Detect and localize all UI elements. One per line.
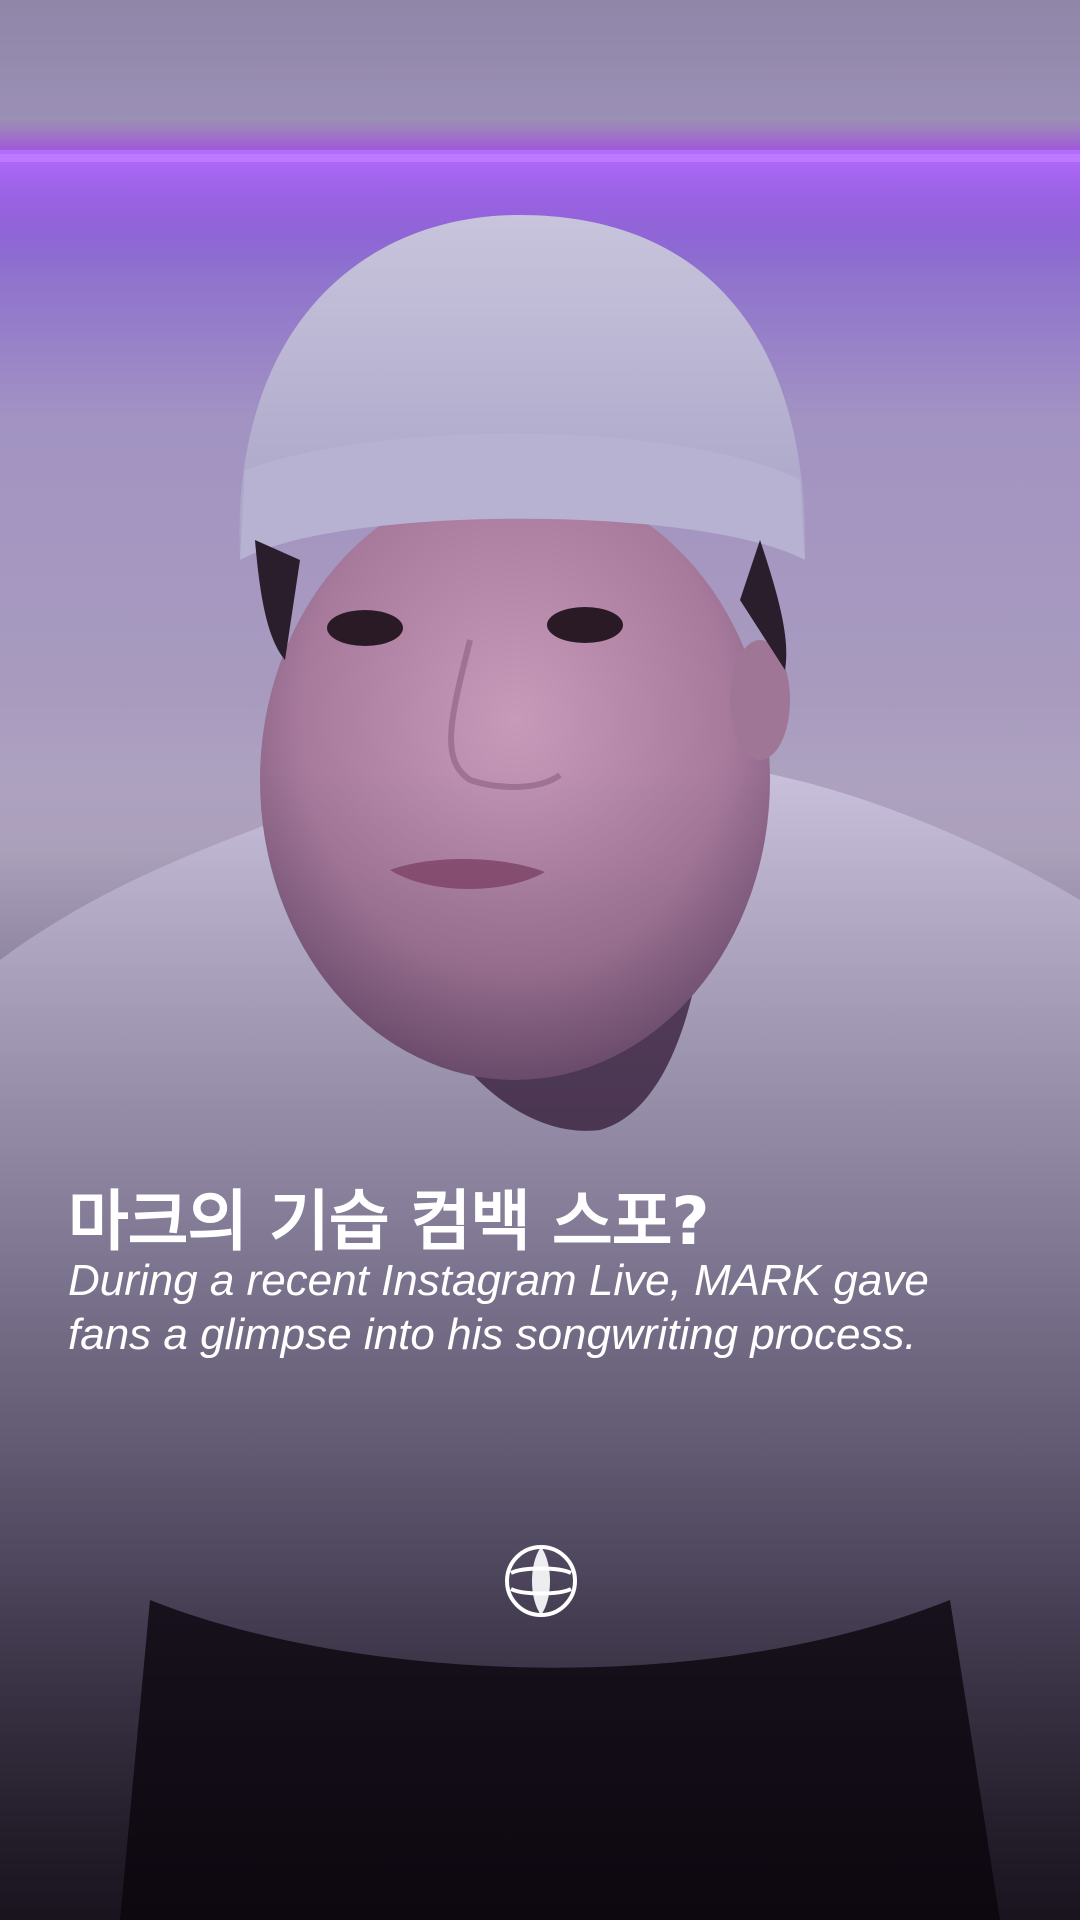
eye-left bbox=[327, 610, 403, 646]
caption: During a recent Instagram Live, MARK gav… bbox=[68, 1256, 929, 1359]
headline: 마크의 기습 컴백 스포? bbox=[68, 1183, 710, 1260]
story-frame: 마크의 기습 컴백 스포? During a recent Instagram … bbox=[0, 0, 1080, 1920]
eye-right bbox=[547, 607, 623, 643]
globe-logo-icon bbox=[505, 1545, 577, 1617]
